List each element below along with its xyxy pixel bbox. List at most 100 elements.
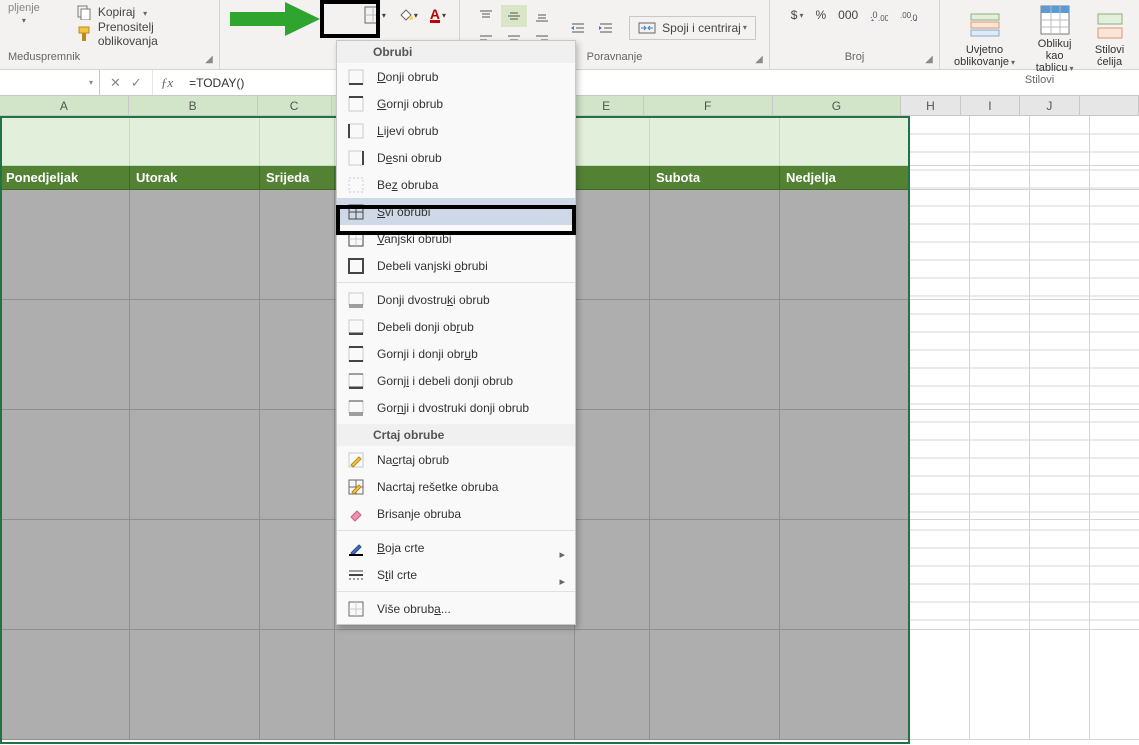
- formula-controls: ✕ ✓: [100, 70, 153, 95]
- percent-format-button[interactable]: %: [811, 4, 832, 26]
- cell-styles-icon: [1094, 10, 1126, 42]
- border-top-bottom-icon: [347, 345, 365, 363]
- day-header: [575, 166, 650, 190]
- align-top-button[interactable]: [473, 5, 499, 27]
- accept-formula-icon[interactable]: ✓: [131, 75, 142, 91]
- format-as-table-button[interactable]: Oblikuj kao tablicu: [1023, 2, 1086, 74]
- line-style-icon: [347, 566, 365, 584]
- border-all-icon: [347, 600, 365, 618]
- menu-item-top-border[interactable]: Gornji obrub: [337, 90, 575, 117]
- clipboard-dialog-launcher[interactable]: ◢: [203, 53, 215, 65]
- borders-button[interactable]: ▾: [359, 4, 391, 26]
- cell-styles-button[interactable]: Stilovi ćelija: [1088, 2, 1131, 74]
- number-group-label: Broj: [845, 51, 865, 67]
- border-bottom-icon: [347, 68, 365, 86]
- format-painter-label: Prenositelj oblikovanja: [98, 20, 207, 48]
- ribbon-group-number: $ % 000 .0.00 .00.0 Broj ◢: [770, 0, 940, 69]
- ribbon-group-clipboard: pljenje ▾ Kopiraj Pr: [0, 0, 220, 69]
- pen-color-icon: [347, 539, 365, 557]
- align-middle-button[interactable]: [501, 5, 527, 27]
- fill-color-button[interactable]: ▾: [393, 4, 423, 26]
- cancel-formula-icon[interactable]: ✕: [110, 75, 121, 91]
- border-top-doublebottom-icon: [347, 399, 365, 417]
- border-thick-bottom-icon: [347, 318, 365, 336]
- menu-item-thick-bottom-border[interactable]: Debeli donji obrub: [337, 313, 575, 340]
- paint-bucket-icon: [398, 7, 414, 23]
- col-header[interactable]: [1080, 96, 1139, 115]
- increase-indent-button[interactable]: [593, 17, 619, 39]
- col-header[interactable]: G: [773, 96, 902, 115]
- merge-center-label: Spoji i centriraj: [662, 21, 741, 35]
- day-header: Nedjelja: [780, 166, 910, 190]
- decrease-decimal-button[interactable]: .00.0: [895, 4, 923, 26]
- conditional-formatting-button[interactable]: Uvjetno oblikovanje: [948, 2, 1021, 74]
- paint-brush-icon: [76, 26, 92, 42]
- menu-item-line-color[interactable]: Boja crte: [337, 534, 575, 561]
- day-header: Subota: [650, 166, 780, 190]
- dropdown-section-header: Obrubi: [337, 41, 575, 63]
- merge-center-button[interactable]: Spoji i centriraj: [629, 16, 756, 40]
- border-thick-outside-icon: [347, 257, 365, 275]
- border-outside-icon: [347, 230, 365, 248]
- border-right-icon: [347, 149, 365, 167]
- copy-label: Kopiraj: [98, 5, 135, 19]
- decrease-indent-button[interactable]: [565, 17, 591, 39]
- menu-item-right-border[interactable]: Desni obrub: [337, 144, 575, 171]
- col-header[interactable]: H: [901, 96, 960, 115]
- dropdown-section-header: Crtaj obrube: [337, 424, 575, 446]
- border-bottom-double-icon: [347, 291, 365, 309]
- border-none-icon: [347, 176, 365, 194]
- number-dialog-launcher[interactable]: ◢: [923, 53, 935, 65]
- comma-format-button[interactable]: 000: [833, 4, 863, 26]
- col-header[interactable]: E: [569, 96, 643, 115]
- border-left-icon: [347, 122, 365, 140]
- menu-item-thick-outside-borders[interactable]: Debeli vanjski obrubi: [337, 252, 575, 279]
- menu-item-all-borders[interactable]: Svi obrubi: [337, 198, 575, 225]
- border-top-icon: [347, 95, 365, 113]
- menu-item-no-border[interactable]: Bez obruba: [337, 171, 575, 198]
- copy-button[interactable]: Kopiraj: [72, 2, 211, 22]
- name-box[interactable]: [0, 70, 100, 95]
- menu-item-bottom-double-border[interactable]: Donji dvostruki obrub: [337, 286, 575, 313]
- day-header: Ponedjeljak: [0, 166, 130, 190]
- menu-item-top-thick-bottom-border[interactable]: Gornji i debeli donji obrub: [337, 367, 575, 394]
- col-header[interactable]: J: [1020, 96, 1079, 115]
- col-header[interactable]: I: [961, 96, 1020, 115]
- menu-item-bottom-border[interactable]: Donji obrub: [337, 63, 575, 90]
- menu-item-outside-borders[interactable]: Vanjski obrubi: [337, 225, 575, 252]
- increase-decimal-button[interactable]: .0.00: [865, 4, 893, 26]
- pencil-border-icon: [347, 451, 365, 469]
- pencil-grid-icon: [347, 478, 365, 496]
- menu-item-line-style[interactable]: Stil crte: [337, 561, 575, 588]
- fx-label[interactable]: ƒx: [153, 70, 181, 95]
- alignment-dialog-launcher[interactable]: ◢: [753, 53, 765, 65]
- format-painter-button[interactable]: Prenositelj oblikovanja: [72, 24, 211, 44]
- paste-partial-label: pljenje: [8, 2, 40, 14]
- svg-text:.0: .0: [870, 10, 878, 20]
- menu-item-top-double-bottom-border[interactable]: Gornji i dvostruki donji obrub: [337, 394, 575, 421]
- day-header: Srijeda: [260, 166, 335, 190]
- menu-item-top-bottom-border[interactable]: Gornji i donji obrub: [337, 340, 575, 367]
- col-header[interactable]: C: [258, 96, 332, 115]
- menu-item-left-border[interactable]: Lijevi obrub: [337, 117, 575, 144]
- table-icon: [1039, 4, 1071, 36]
- menu-item-draw-border[interactable]: Nacrtaj obrub: [337, 446, 575, 473]
- menu-item-erase-border[interactable]: Brisanje obruba: [337, 500, 575, 527]
- col-header[interactable]: A: [0, 96, 129, 115]
- border-top-thickbottom-icon: [347, 372, 365, 390]
- align-bottom-button[interactable]: [529, 5, 555, 27]
- day-header: Utorak: [130, 166, 260, 190]
- col-header[interactable]: B: [129, 96, 258, 115]
- clipboard-group-label: Međuspremnik: [8, 51, 80, 67]
- svg-text:.00: .00: [878, 14, 888, 22]
- eraser-icon: [347, 505, 365, 523]
- menu-item-draw-border-grid[interactable]: Nacrtaj rešetke obruba: [337, 473, 575, 500]
- accounting-format-button[interactable]: $: [786, 4, 809, 26]
- menu-item-more-borders[interactable]: Više obruba...: [337, 595, 575, 622]
- alignment-group-label: Poravnanje: [587, 51, 643, 67]
- styles-group-label: Stilovi: [1025, 74, 1054, 90]
- blank-area-overlay: [910, 116, 1139, 745]
- conditional-format-icon: [969, 10, 1001, 42]
- col-header[interactable]: F: [644, 96, 773, 115]
- font-color-button[interactable]: A ▾: [425, 4, 451, 26]
